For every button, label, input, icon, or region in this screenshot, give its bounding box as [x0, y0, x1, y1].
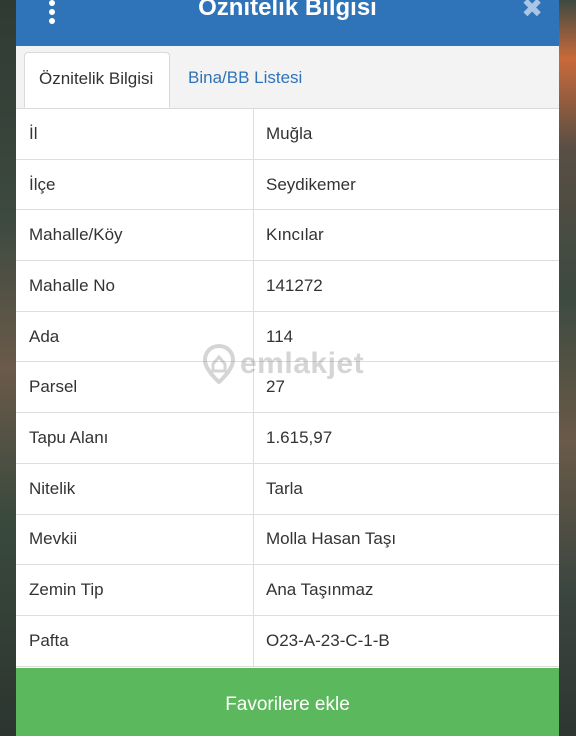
row-value: Ana Taşınmaz: [266, 580, 374, 600]
dialog-header: Öznitelik Bilgisi ✖: [16, 0, 559, 46]
attribute-dialog: Öznitelik Bilgisi ✖ Öznitelik Bilgisi Bi…: [16, 0, 559, 736]
close-icon[interactable]: ✖: [521, 0, 543, 22]
row-label: Ada: [29, 326, 60, 346]
table-row: Zemin Tip Ana Taşınmaz: [16, 565, 559, 616]
row-label: Parsel: [29, 377, 78, 397]
tab-building-list[interactable]: Bina/BB Listesi: [174, 52, 316, 108]
location-pin-icon: [202, 344, 236, 384]
row-value: O23-A-23-C-1-B: [266, 630, 390, 650]
row-value: 141272: [266, 275, 323, 295]
table-row: İlçe Seydikemer: [16, 160, 559, 211]
add-to-favorites-button[interactable]: Favorilere ekle: [16, 668, 559, 736]
row-label: Nitelik: [29, 478, 76, 498]
map-edge-left: [0, 0, 16, 736]
table-row: Nitelik Tarla: [16, 464, 559, 515]
row-label: Tapu Alanı: [29, 427, 109, 447]
table-row: Pafta O23-A-23-C-1-B: [16, 616, 559, 667]
row-value: 1.615,97: [266, 427, 333, 447]
table-row: Mahalle/Köy Kıncılar: [16, 210, 559, 262]
tab-attribute-info[interactable]: Öznitelik Bilgisi: [24, 52, 170, 108]
tab-bar: Öznitelik Bilgisi Bina/BB Listesi: [16, 46, 559, 109]
watermark-text: emlakjet: [240, 347, 365, 380]
attribute-table: İl Muğla İlçe Seydikemer Mahalle/Köy Kın…: [16, 109, 559, 667]
watermark: emlakjet: [202, 344, 364, 384]
row-label: Mahalle No: [29, 275, 115, 295]
row-value: Kıncılar: [266, 225, 324, 245]
row-label: Mahalle/Köy: [29, 225, 123, 245]
table-row: Tapu Alanı 1.615,97: [16, 413, 559, 464]
dialog-title: Öznitelik Bilgisi: [198, 0, 377, 21]
row-value: Molla Hasan Taşı: [266, 529, 397, 549]
row-value: Muğla: [266, 123, 313, 143]
row-label: Zemin Tip: [29, 580, 104, 600]
row-value: Tarla: [266, 478, 303, 498]
map-edge-right: [558, 0, 576, 736]
row-label: İl: [29, 123, 38, 143]
table-row: Mahalle No 141272: [16, 261, 559, 312]
table-row: Mevkii Molla Hasan Taşı: [16, 515, 559, 566]
table-row: İl Muğla: [16, 109, 559, 160]
column-divider: [253, 109, 254, 667]
row-value: Seydikemer: [266, 174, 356, 194]
row-label: Mevkii: [29, 529, 78, 549]
row-label: Pafta: [29, 630, 69, 650]
row-label: İlçe: [29, 174, 56, 194]
